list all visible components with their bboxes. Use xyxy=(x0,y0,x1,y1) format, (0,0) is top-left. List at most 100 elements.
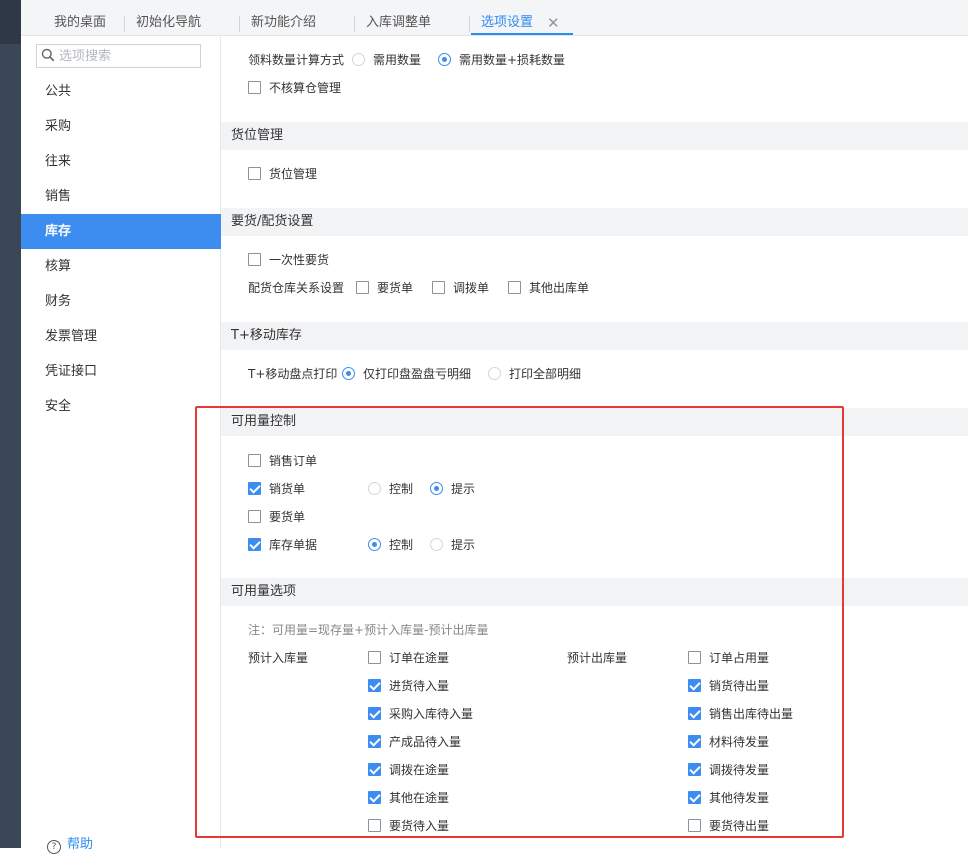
outbound-label: 订单占用量 xyxy=(709,651,770,665)
outbound-label: 销货待出量 xyxy=(709,679,770,693)
one-time-requisition-label: 一次性要货 xyxy=(269,253,330,267)
available-control-checkbox[interactable] xyxy=(248,454,261,467)
outbound-checkbox[interactable] xyxy=(688,735,701,748)
sidebar-item-security[interactable]: 安全 xyxy=(21,389,221,424)
control-mode-label: 控制 xyxy=(389,538,414,552)
sidebar-item-sales[interactable]: 销售 xyxy=(21,179,221,214)
available-control-label: 要货单 xyxy=(269,510,306,524)
outbound-checkbox[interactable] xyxy=(688,707,701,720)
no-check-warehouse-label: 不核算仓管理 xyxy=(269,81,342,95)
tab-new-features[interactable]: 新功能介绍 xyxy=(251,0,316,35)
sidebar-item-accounts[interactable]: 往来 xyxy=(21,144,221,179)
control-mode-radio[interactable] xyxy=(430,538,443,551)
outbound-label: 材料待发量 xyxy=(709,735,770,749)
mobile-print-option-label: 仅打印盘盈盘亏明细 xyxy=(363,367,472,381)
section-header-location: 货位管理 xyxy=(221,122,968,150)
outbound-checkbox[interactable] xyxy=(688,763,701,776)
sidebar-item-public[interactable]: 公共 xyxy=(21,74,221,109)
mobile-print-option-label: 打印全部明细 xyxy=(509,367,582,381)
tab-separator xyxy=(239,16,240,32)
outbound-label: 调拨待发量 xyxy=(709,763,770,777)
control-mode-radio[interactable] xyxy=(430,482,443,495)
sidebar-item-inventory[interactable]: 库存 xyxy=(21,214,221,249)
sidebar-item-invoice[interactable]: 发票管理 xyxy=(21,319,221,354)
outbound-group-label: 预计出库量 xyxy=(567,651,628,665)
tab-bar: 我的桌面 初始化导航 新功能介绍 入库调整单 选项设置 ✕ xyxy=(21,0,968,36)
close-icon[interactable]: ✕ xyxy=(547,12,560,34)
inbound-checkbox[interactable] xyxy=(368,735,381,748)
no-check-warehouse-checkbox[interactable] xyxy=(248,81,261,94)
available-control-checkbox[interactable] xyxy=(248,538,261,551)
calc-option-radio[interactable] xyxy=(352,53,365,66)
outbound-checkbox[interactable] xyxy=(688,791,701,804)
tab-init-guide[interactable]: 初始化导航 xyxy=(136,0,201,35)
inbound-checkbox[interactable] xyxy=(368,763,381,776)
control-mode-label: 提示 xyxy=(451,538,476,552)
outbound-label: 要货待出量 xyxy=(709,819,770,833)
sidebar-item-finance[interactable]: 财务 xyxy=(21,284,221,319)
inbound-checkbox[interactable] xyxy=(368,707,381,720)
available-control-label: 库存单据 xyxy=(269,538,318,552)
search-box xyxy=(36,44,201,68)
calc-option-radio[interactable] xyxy=(438,53,451,66)
outbound-checkbox[interactable] xyxy=(688,819,701,832)
inbound-label: 其他在途量 xyxy=(389,791,450,805)
section-header-available-control: 可用量控制 xyxy=(221,408,968,436)
tab-options-settings[interactable]: 选项设置 xyxy=(481,0,533,35)
active-tab-indicator xyxy=(471,33,573,35)
tab-separator xyxy=(124,16,125,32)
relation-option-checkbox[interactable] xyxy=(356,281,369,294)
sidebar-item-costing[interactable]: 核算 xyxy=(21,249,221,284)
relation-option-label: 要货单 xyxy=(377,281,414,295)
outbound-checkbox[interactable] xyxy=(688,679,701,692)
mobile-print-label: T+移动盘点打印 xyxy=(248,367,338,381)
calc-method-label: 领料数量计算方式 xyxy=(248,53,345,67)
mobile-print-radio[interactable] xyxy=(342,367,355,380)
available-control-checkbox[interactable] xyxy=(248,510,261,523)
section-header-mobile: T+移动库存 xyxy=(221,322,968,350)
control-mode-label: 控制 xyxy=(389,482,414,496)
one-time-requisition-checkbox[interactable] xyxy=(248,253,261,266)
tab-inbound-adjust[interactable]: 入库调整单 xyxy=(366,0,431,35)
help-icon: ? xyxy=(47,840,61,854)
control-mode-radio[interactable] xyxy=(368,538,381,551)
relation-option-checkbox[interactable] xyxy=(432,281,445,294)
control-mode-label: 提示 xyxy=(451,482,476,496)
available-control-checkbox[interactable] xyxy=(248,482,261,495)
options-panel: 领料数量计算方式 需用数量 需用数量+损耗数量 不核算仓管理 货位管理 货位管理… xyxy=(221,36,968,848)
left-rail xyxy=(0,0,21,848)
inbound-checkbox[interactable] xyxy=(368,679,381,692)
available-control-label: 销售订单 xyxy=(269,454,318,468)
mobile-print-radio[interactable] xyxy=(488,367,501,380)
calc-option-label: 需用数量 xyxy=(373,53,422,67)
left-rail-top xyxy=(0,0,21,44)
location-checkbox[interactable] xyxy=(248,167,261,180)
sidebar-item-purchase[interactable]: 采购 xyxy=(21,109,221,144)
relation-option-label: 其他出库单 xyxy=(529,281,590,295)
inbound-label: 订单在途量 xyxy=(389,651,450,665)
inbound-label: 产成品待入量 xyxy=(389,735,462,749)
inbound-checkbox[interactable] xyxy=(368,819,381,832)
help-link[interactable]: ? 帮助 xyxy=(47,833,93,854)
outbound-checkbox[interactable] xyxy=(688,651,701,664)
options-sidebar: 公共 采购 往来 销售 库存 核算 财务 发票管理 凭证接口 安全 ? 帮助 xyxy=(21,36,221,854)
tab-desktop[interactable]: 我的桌面 xyxy=(54,0,106,35)
relation-option-label: 调拨单 xyxy=(453,281,490,295)
location-label: 货位管理 xyxy=(269,167,318,181)
sidebar-item-voucher[interactable]: 凭证接口 xyxy=(21,354,221,389)
search-input[interactable] xyxy=(59,47,197,65)
inbound-checkbox[interactable] xyxy=(368,791,381,804)
control-mode-radio[interactable] xyxy=(368,482,381,495)
calc-option-label: 需用数量+损耗数量 xyxy=(459,53,566,67)
inbound-checkbox[interactable] xyxy=(368,651,381,664)
inbound-label: 调拨在途量 xyxy=(389,763,450,777)
formula-note: 注：可用量=现存量+预计入库量-预计出库量 xyxy=(248,623,489,637)
relation-option-checkbox[interactable] xyxy=(508,281,521,294)
help-label: 帮助 xyxy=(67,837,94,852)
search-icon xyxy=(41,48,55,62)
outbound-label: 其他待发量 xyxy=(709,791,770,805)
outbound-label: 销售出库待出量 xyxy=(709,707,794,721)
tab-separator xyxy=(354,16,355,32)
relation-setting-label: 配货仓库关系设置 xyxy=(248,281,345,295)
available-control-label: 销货单 xyxy=(269,482,306,496)
